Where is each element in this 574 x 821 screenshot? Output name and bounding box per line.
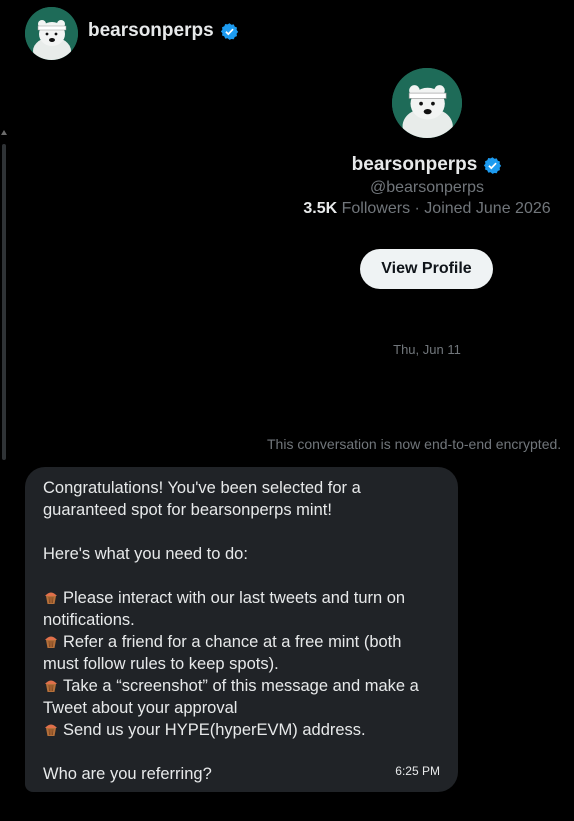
cupcake-emoji-icon <box>45 724 57 736</box>
list-item: Send us your HYPE(hyperEVM) address. <box>43 719 440 741</box>
cupcake-emoji-icon <box>45 680 57 692</box>
joined-date: · Joined June 2026 <box>414 200 551 217</box>
list-item: Please interact with our last tweets and… <box>43 589 406 629</box>
profile-handle: @bearsonperps <box>369 179 485 196</box>
verified-badge-icon <box>220 22 238 40</box>
profile-stats: 3.5K Followers · Joined June 2026 <box>280 200 574 218</box>
message-text: Congratulations! You've been selected fo… <box>43 479 361 519</box>
view-profile-button[interactable]: View Profile <box>360 249 493 289</box>
polar-bear-avatar-icon <box>392 68 462 138</box>
message-text: Here's what you need to do: <box>43 545 248 563</box>
profile-name-text: bearsonperps <box>351 154 478 175</box>
profile-name[interactable]: bearsonperps <box>280 154 574 176</box>
scrollbar[interactable] <box>0 130 7 460</box>
message-bubble[interactable]: Congratulations! You've been selected fo… <box>25 467 458 792</box>
scroll-thumb[interactable] <box>2 144 6 460</box>
encryption-notice: This conversation is now end-to-end encr… <box>267 436 562 452</box>
conversation-header: bearsonperps <box>0 0 574 64</box>
list-item: Take a “screenshot” of this message and … <box>43 677 419 717</box>
scroll-up-arrow-icon[interactable] <box>1 130 7 135</box>
verified-badge-icon <box>484 156 502 174</box>
followers-count: 3.5K <box>303 200 338 217</box>
conversation-date: Thu, Jun 11 <box>393 342 461 357</box>
message-text: Who are you referring? <box>43 765 212 783</box>
avatar[interactable] <box>25 7 78 60</box>
header-title[interactable]: bearsonperps <box>88 20 239 42</box>
polar-bear-avatar-icon <box>25 7 78 60</box>
cupcake-emoji-icon <box>45 636 57 648</box>
followers-label: Followers <box>341 200 411 217</box>
list-item: Refer a friend for a chance at a free mi… <box>43 633 402 673</box>
header-name: bearsonperps <box>88 20 214 41</box>
cupcake-emoji-icon <box>45 592 57 604</box>
profile-avatar[interactable] <box>392 68 462 138</box>
profile-card: bearsonperps @bearsonperps 3.5K Follower… <box>280 68 574 218</box>
message-timestamp: 6:25 PM <box>395 764 440 778</box>
